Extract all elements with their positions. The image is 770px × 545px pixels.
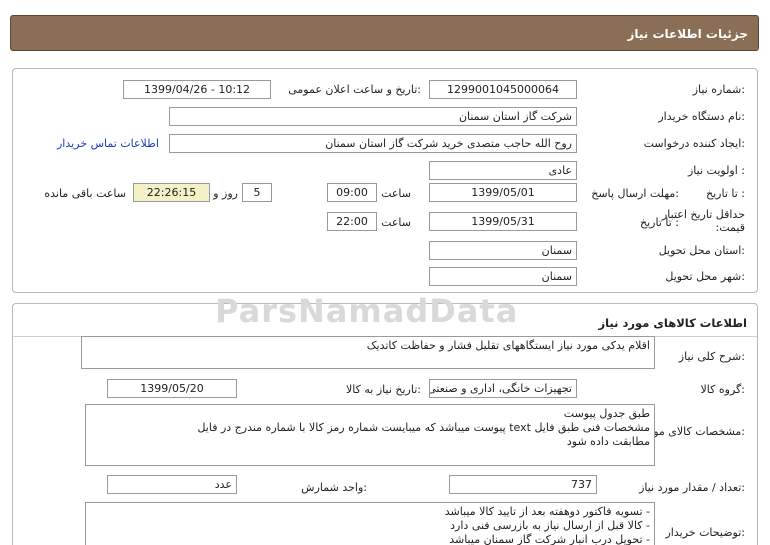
goods-panel: اطلاعات کالاهای مورد نیاز شرح کلی نیاز: … <box>12 303 758 545</box>
price-date-field: 1399/05/31 <box>429 212 577 231</box>
need-date-label: تاریخ نیاز به کالا: <box>346 383 421 396</box>
notes-line: - تسویه فاکتور دوهفته بعد از تایید کالا … <box>444 505 650 518</box>
remaining-label: ساعت باقی مانده <box>44 187 126 200</box>
goods-group-field: تجهیزات خانگی، اداری و صنعتی <box>429 379 577 398</box>
need-number-field: 1299001045000064 <box>429 80 577 99</box>
price-time-field: 22:00 <box>327 212 377 231</box>
notes-line: - کالا قبل از ارسال نیاز به بازرسی فنی د… <box>450 519 650 532</box>
buyer-contact-link[interactable]: اطلاعات تماس خریدار <box>57 137 159 150</box>
buyer-org-field: شرکت گاز استان سمنان <box>169 107 577 126</box>
price-to-date-label: تا تاریخ : <box>640 216 679 229</box>
unit-field: عدد <box>107 475 237 494</box>
spec-line: طبق جدول پیوست <box>563 407 650 420</box>
city-label: شهر محل تحویل: <box>665 270 745 283</box>
watermark: ParsNamadData <box>215 292 519 330</box>
days-label: روز و <box>213 187 238 200</box>
announce-label: تاریخ و ساعت اعلان عمومی: <box>288 83 421 96</box>
buyer-org-label: نام دستگاه خریدار: <box>658 110 745 123</box>
deadline-time-label: ساعت <box>381 187 411 200</box>
remaining-time-field: 22:26:15 <box>133 183 210 202</box>
goods-group-label: گروه کالا: <box>700 383 745 396</box>
deadline-to-date-label: تا تاریخ : <box>706 187 745 200</box>
province-field: سمنان <box>429 241 577 260</box>
qty-label: تعداد / مقدار مورد نیاز: <box>639 481 745 494</box>
qty-field: 737 <box>449 475 597 494</box>
desc-label: شرح کلی نیاز: <box>678 350 745 363</box>
page-header: جزئیات اطلاعات نیاز <box>10 15 759 51</box>
goods-section-title: اطلاعات کالاهای مورد نیاز <box>598 316 747 330</box>
unit-label: واحد شمارش: <box>301 481 367 494</box>
province-label: استان محل تحویل: <box>658 244 745 257</box>
page-title: جزئیات اطلاعات نیاز <box>627 27 748 41</box>
need-info-panel: شماره نیاز: 1299001045000064 تاریخ و ساع… <box>12 68 758 293</box>
priority-field: عادی <box>429 161 577 180</box>
buyer-notes-field: - تسویه فاکتور دوهفته بعد از تایید کالا … <box>85 502 655 545</box>
deadline-date-field: 1399/05/01 <box>429 183 577 202</box>
notes-line: - تحویل درب انبار شرکت گاز سمنان میباشد <box>449 533 650 545</box>
deadline-time-field: 09:00 <box>327 183 377 202</box>
deadline-label: مهلت ارسال پاسخ: <box>591 187 679 200</box>
spec-field: طبق جدول پیوست مشخصات فنی طبق فایل text … <box>85 404 655 466</box>
price-time-label: ساعت <box>381 216 411 229</box>
creator-field: روح الله حاجب متصدی خرید شرکت گاز استان … <box>169 134 577 153</box>
spec-line: مشخصات فنی طبق فایل text پیوست میباشد که… <box>197 421 650 434</box>
need-number-label: شماره نیاز: <box>692 83 745 96</box>
city-field: سمنان <box>429 267 577 286</box>
announce-field: 1399/04/26 - 10:12 <box>123 80 271 99</box>
days-field: 5 <box>242 183 272 202</box>
desc-field: اقلام یدکی مورد نیاز ایستگاههای تقلیل فش… <box>81 336 655 369</box>
priority-label: اولویت نیاز : <box>687 164 745 177</box>
need-date-field: 1399/05/20 <box>107 379 237 398</box>
creator-label: ایجاد کننده درخواست: <box>643 137 745 150</box>
spec-line: مطابقت داده شود <box>566 435 650 448</box>
buyer-notes-label: توضیحات خریدار: <box>665 526 746 539</box>
